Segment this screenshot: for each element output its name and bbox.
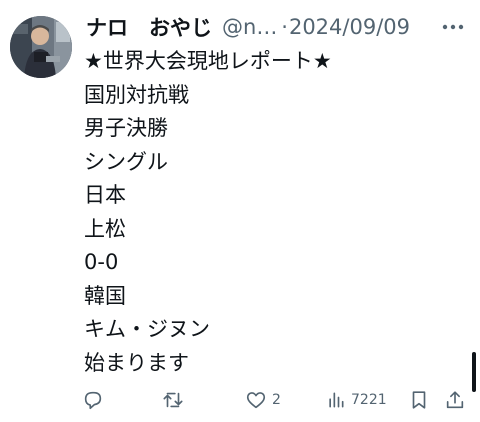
tweet-text-line: 日本 bbox=[84, 183, 126, 207]
views-chart-icon bbox=[329, 392, 344, 408]
like-button[interactable]: 2 bbox=[245, 386, 281, 414]
like-count: 2 bbox=[272, 392, 281, 408]
reply-button[interactable] bbox=[82, 386, 104, 414]
action-bar: 2 7221 bbox=[80, 386, 480, 414]
separator-dot: · bbox=[281, 15, 288, 39]
share-button[interactable] bbox=[444, 386, 466, 414]
more-options-button[interactable] bbox=[440, 14, 466, 40]
tweet-text-line: 始まります bbox=[84, 350, 189, 375]
views-count: 7221 bbox=[351, 392, 387, 408]
tweet-header: ナロ おやじ @narooyaji · 2024/09/09 bbox=[86, 10, 410, 44]
tweet-text-line: 上松 bbox=[84, 216, 126, 241]
avatar[interactable] bbox=[10, 16, 72, 78]
retweet-icon bbox=[163, 392, 183, 408]
tweet-text-line: 0-0 bbox=[84, 250, 119, 274]
heart-icon bbox=[246, 392, 266, 409]
tweet-text-line: ★世界大会現地レポート★ bbox=[84, 49, 332, 73]
tweet-text-line: 韓国 bbox=[84, 283, 126, 308]
share-icon bbox=[446, 391, 464, 409]
avatar-photo bbox=[10, 16, 72, 78]
retweet-button[interactable] bbox=[162, 386, 184, 414]
tweet-text-line: キム・ジヌン bbox=[84, 317, 210, 341]
bookmark-button[interactable] bbox=[408, 386, 430, 414]
reply-icon bbox=[84, 391, 102, 410]
more-icon bbox=[442, 24, 464, 30]
scrollbar-thumb[interactable] bbox=[472, 352, 476, 392]
tweet-text: ★世界大会現地レポート★ 国別対抗戦 男子決勝 シングル 日本 上松 0-0 韓… bbox=[84, 45, 332, 380]
display-name[interactable]: ナロ おやじ bbox=[86, 12, 212, 42]
user-handle[interactable]: @narooyaji bbox=[222, 15, 280, 39]
post-date[interactable]: 2024/09/09 bbox=[289, 15, 410, 39]
tweet-text-line: 国別対抗戦 bbox=[84, 82, 189, 107]
bookmark-icon bbox=[412, 391, 426, 409]
tweet-text-line: シングル bbox=[84, 149, 168, 174]
views-button[interactable]: 7221 bbox=[326, 386, 387, 414]
tweet-text-line: 男子決勝 bbox=[84, 116, 168, 140]
